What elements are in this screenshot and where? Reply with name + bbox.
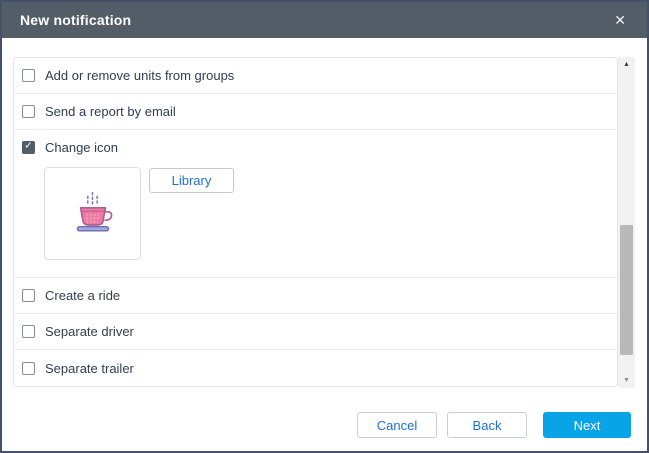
check-icon: ✓ — [24, 142, 32, 152]
dialog-footer: Cancel Back Next — [2, 388, 647, 453]
notification-action-list: Add or remove units from groups Send a r… — [13, 57, 618, 387]
close-icon[interactable]: ✕ — [611, 11, 629, 29]
checkbox-label: Separate trailer — [45, 361, 134, 376]
checkbox-send-report[interactable] — [22, 105, 35, 118]
scrollbar-track[interactable] — [618, 72, 635, 373]
list-item: Separate driver — [14, 314, 617, 350]
checkbox-separate-trailer[interactable] — [22, 362, 35, 375]
change-icon-row-head: ✓ Change icon — [14, 130, 617, 164]
checkbox-label: Add or remove units from groups — [45, 68, 234, 83]
scroll-up-icon[interactable]: ▲ — [618, 57, 635, 72]
notification-icon-preview — [44, 167, 141, 260]
list-item: Send a report by email — [14, 94, 617, 130]
checkbox-add-remove-units[interactable] — [22, 69, 35, 82]
dialog-title: New notification — [20, 12, 131, 28]
scrollbar-thumb[interactable] — [620, 225, 633, 355]
checkbox-label: Create a ride — [45, 288, 120, 303]
list-item: Separate trailer — [14, 350, 617, 386]
vertical-scrollbar[interactable]: ▲ ▼ — [618, 57, 635, 388]
icon-picker-area: Library — [44, 167, 617, 260]
back-button[interactable]: Back — [447, 412, 527, 438]
checkbox-change-icon[interactable]: ✓ — [22, 141, 35, 154]
cancel-button[interactable]: Cancel — [357, 412, 437, 438]
scroll-down-icon[interactable]: ▼ — [618, 373, 635, 388]
next-button[interactable]: Next — [543, 412, 631, 438]
list-item: Create a ride — [14, 278, 617, 314]
coffee-cup-icon — [66, 187, 120, 241]
dialog-header: New notification ✕ — [2, 2, 647, 38]
library-button[interactable]: Library — [149, 168, 234, 193]
dialog-body: Add or remove units from groups Send a r… — [2, 38, 647, 388]
new-notification-dialog: New notification ✕ Add or remove units f… — [0, 0, 649, 453]
checkbox-label: Send a report by email — [45, 104, 176, 119]
list-item-change-icon: ✓ Change icon — [14, 130, 617, 278]
checkbox-create-ride[interactable] — [22, 289, 35, 302]
checkbox-label: Separate driver — [45, 324, 134, 339]
checkbox-separate-driver[interactable] — [22, 325, 35, 338]
checkbox-label: Change icon — [45, 140, 118, 155]
list-item: Add or remove units from groups — [14, 58, 617, 94]
